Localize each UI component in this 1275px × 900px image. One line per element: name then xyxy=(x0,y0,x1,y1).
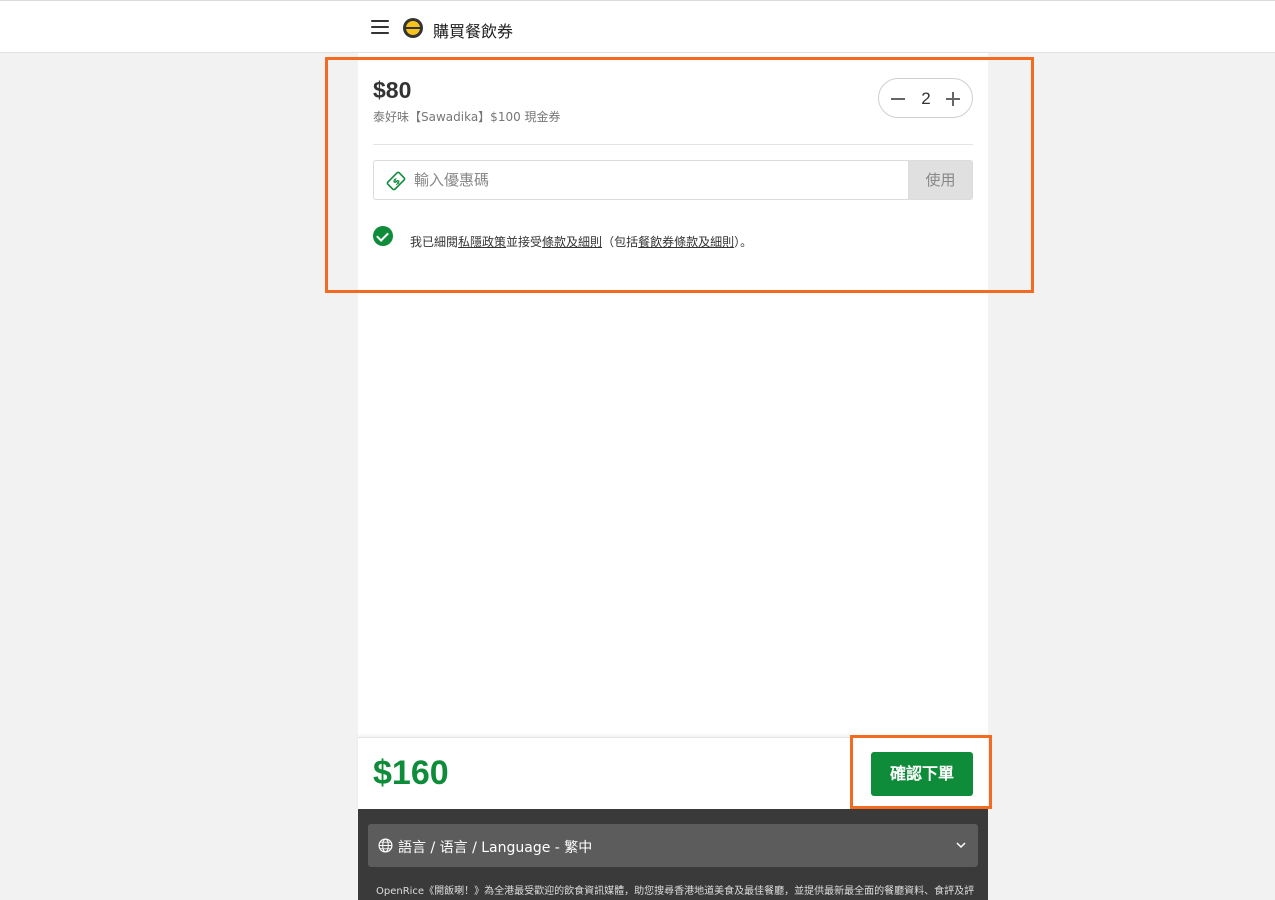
globe-icon xyxy=(378,838,393,853)
page-title: 購買餐飲券 xyxy=(433,22,514,41)
footer-description: OpenRice《開飯喇！》為全港最受歡迎的飲食資訊媒體，助您搜尋香港地道美食及… xyxy=(376,886,975,897)
order-total: $160 xyxy=(373,754,449,792)
chevron-down-icon xyxy=(956,842,966,849)
language-select[interactable]: 語言 / 语言 / Language - 繁中 xyxy=(368,824,978,867)
top-bar: 購買餐飲券 xyxy=(0,0,1275,53)
openrice-logo-icon[interactable] xyxy=(403,18,423,38)
hamburger-icon[interactable] xyxy=(371,20,389,34)
highlight-frame-confirm xyxy=(850,735,992,809)
highlight-frame-order-details xyxy=(325,57,1034,293)
language-label: 語言 / 语言 / Language - 繁中 xyxy=(398,840,593,856)
